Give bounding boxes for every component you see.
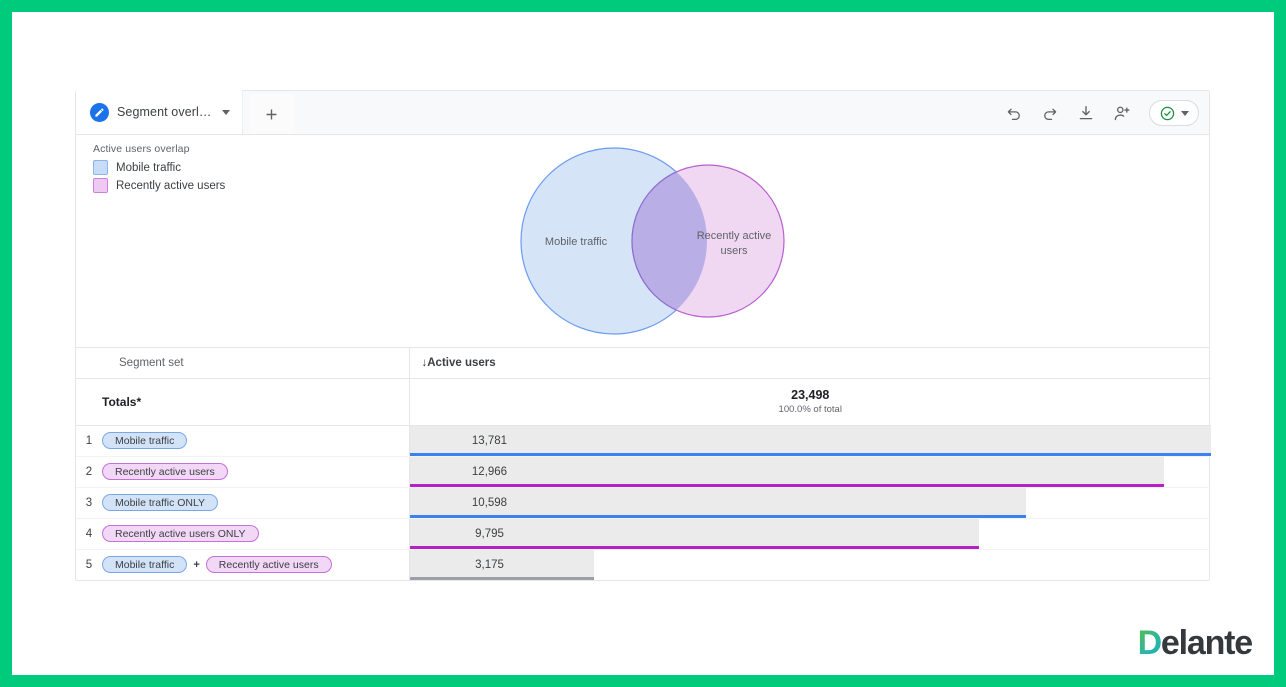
totals-index-spacer (76, 378, 102, 426)
chevron-down-icon[interactable] (221, 109, 230, 115)
row-index: 1 (76, 425, 102, 457)
table-row[interactable]: 4 Recently active users ONLY 9,795 (76, 518, 1211, 550)
segment-chips: Mobile traffic + Recently active users (102, 556, 409, 573)
venn-label-right-line1: Recently active (697, 230, 772, 242)
table-row[interactable]: 5 Mobile traffic + Recently active users 3,1… (76, 549, 1211, 580)
table-row[interactable]: 2 Recently active users 12,966 (76, 456, 1211, 488)
row-value-cell: 12,966 (408, 456, 1211, 488)
segment-chips: Recently active users (102, 463, 409, 480)
segment-overlap-table: Segment set ↓Active users Totals* 23,498… (76, 348, 1211, 580)
legend-item-mobile-traffic: Mobile traffic (93, 160, 225, 175)
venn-section: Active users overlap Mobile traffic Rece… (76, 135, 1209, 348)
header-segment-set[interactable]: Segment set (102, 348, 409, 379)
header-index-spacer (76, 348, 102, 379)
row-index: 3 (76, 487, 102, 519)
segment-chip[interactable]: Recently active users ONLY (102, 525, 259, 542)
row-value: 13,781 (471, 434, 508, 447)
row-value-cell: 10,598 (408, 487, 1211, 519)
logo-letter-d: D (1137, 624, 1163, 662)
page-canvas: Segment overl… Active users overlap Mobi… (12, 12, 1274, 675)
header-metric-label: Active users (427, 356, 496, 369)
row-value: 3,175 (475, 558, 504, 571)
row-value-cell: 9,795 (408, 518, 1211, 550)
download-icon[interactable] (1075, 102, 1097, 124)
venn-legend: Active users overlap Mobile traffic Rece… (93, 143, 225, 196)
table-body: Totals* 23,498 100.0% of total 1 Mobile t… (76, 378, 1211, 580)
totals-percent: 100.0% of total (778, 403, 842, 415)
delante-logo: Delante (1137, 624, 1254, 663)
chip-plus-operator: + (193, 558, 200, 571)
segment-chips: Mobile traffic ONLY (102, 494, 409, 511)
totals-value-cell: 23,498 100.0% of total (408, 378, 1211, 426)
undo-icon[interactable] (1003, 102, 1025, 124)
row-value: 9,795 (475, 527, 504, 540)
totals-label: Totals* (102, 378, 409, 426)
segment-chip[interactable]: Mobile traffic (102, 556, 188, 573)
legend-item-recently-active-users: Recently active users (93, 178, 225, 193)
segment-chip[interactable]: Mobile traffic (102, 432, 188, 449)
row-index: 4 (76, 518, 102, 550)
row-value: 10,598 (471, 496, 508, 509)
add-tab-button[interactable] (248, 94, 295, 134)
venn-diagram: Mobile traffic Recently active users (520, 147, 785, 335)
segment-chip[interactable]: Recently active users (102, 463, 228, 480)
header-active-users[interactable]: ↓Active users (408, 348, 1211, 379)
check-circle-icon (1160, 106, 1175, 120)
report-card: Segment overl… Active users overlap Mobi… (75, 90, 1211, 581)
plus-icon (266, 109, 277, 119)
table-row[interactable]: 1 Mobile traffic 13,781 (76, 425, 1211, 457)
chevron-down-icon (1181, 110, 1189, 116)
row-segment-cell: Mobile traffic + Recently active users (102, 549, 409, 580)
logo-text: elante (1160, 624, 1253, 662)
tab-label: Segment overl… (117, 105, 212, 119)
segment-chip[interactable]: Mobile traffic ONLY (102, 494, 219, 511)
row-value-cell: 3,175 (408, 549, 1211, 580)
report-toolbar (1003, 91, 1199, 135)
table-row[interactable]: 3 Mobile traffic ONLY 10,598 (76, 487, 1211, 519)
row-value-cell: 13,781 (408, 425, 1211, 457)
table-header-row: Segment set ↓Active users (76, 348, 1211, 379)
segment-chips: Mobile traffic (102, 432, 409, 449)
segment-chips: Recently active users ONLY (102, 525, 409, 542)
share-add-user-icon[interactable] (1111, 102, 1133, 124)
row-index: 5 (85, 558, 93, 571)
totals-row: Totals* 23,498 100.0% of total (76, 378, 1211, 426)
pencil-icon (90, 102, 109, 122)
tab-strip: Segment overl… (76, 90, 1209, 135)
legend-label: Recently active users (116, 179, 226, 192)
green-frame: Segment overl… Active users overlap Mobi… (0, 0, 1286, 687)
legend-label: Mobile traffic (116, 161, 181, 174)
legend-swatch (93, 160, 108, 175)
legend-title: Active users overlap (93, 143, 190, 155)
row-segment-cell: Recently active users ONLY (102, 518, 409, 550)
totals-value: 23,498 (791, 388, 830, 403)
row-value: 12,966 (471, 465, 508, 478)
segment-chip[interactable]: Recently active users (205, 556, 332, 573)
venn-label-right-line2: users (721, 245, 748, 257)
status-dropdown-button[interactable] (1149, 100, 1199, 126)
venn-label-left: Mobile traffic (545, 236, 608, 248)
row-segment-cell: Mobile traffic ONLY (102, 487, 409, 519)
row-index: 2 (76, 456, 102, 488)
redo-icon[interactable] (1039, 102, 1061, 124)
tab-segment-overlap[interactable]: Segment overl… (76, 90, 243, 134)
row-segment-cell: Recently active users (102, 456, 409, 488)
legend-swatch (93, 178, 108, 193)
row-segment-cell: Mobile traffic (102, 425, 409, 457)
